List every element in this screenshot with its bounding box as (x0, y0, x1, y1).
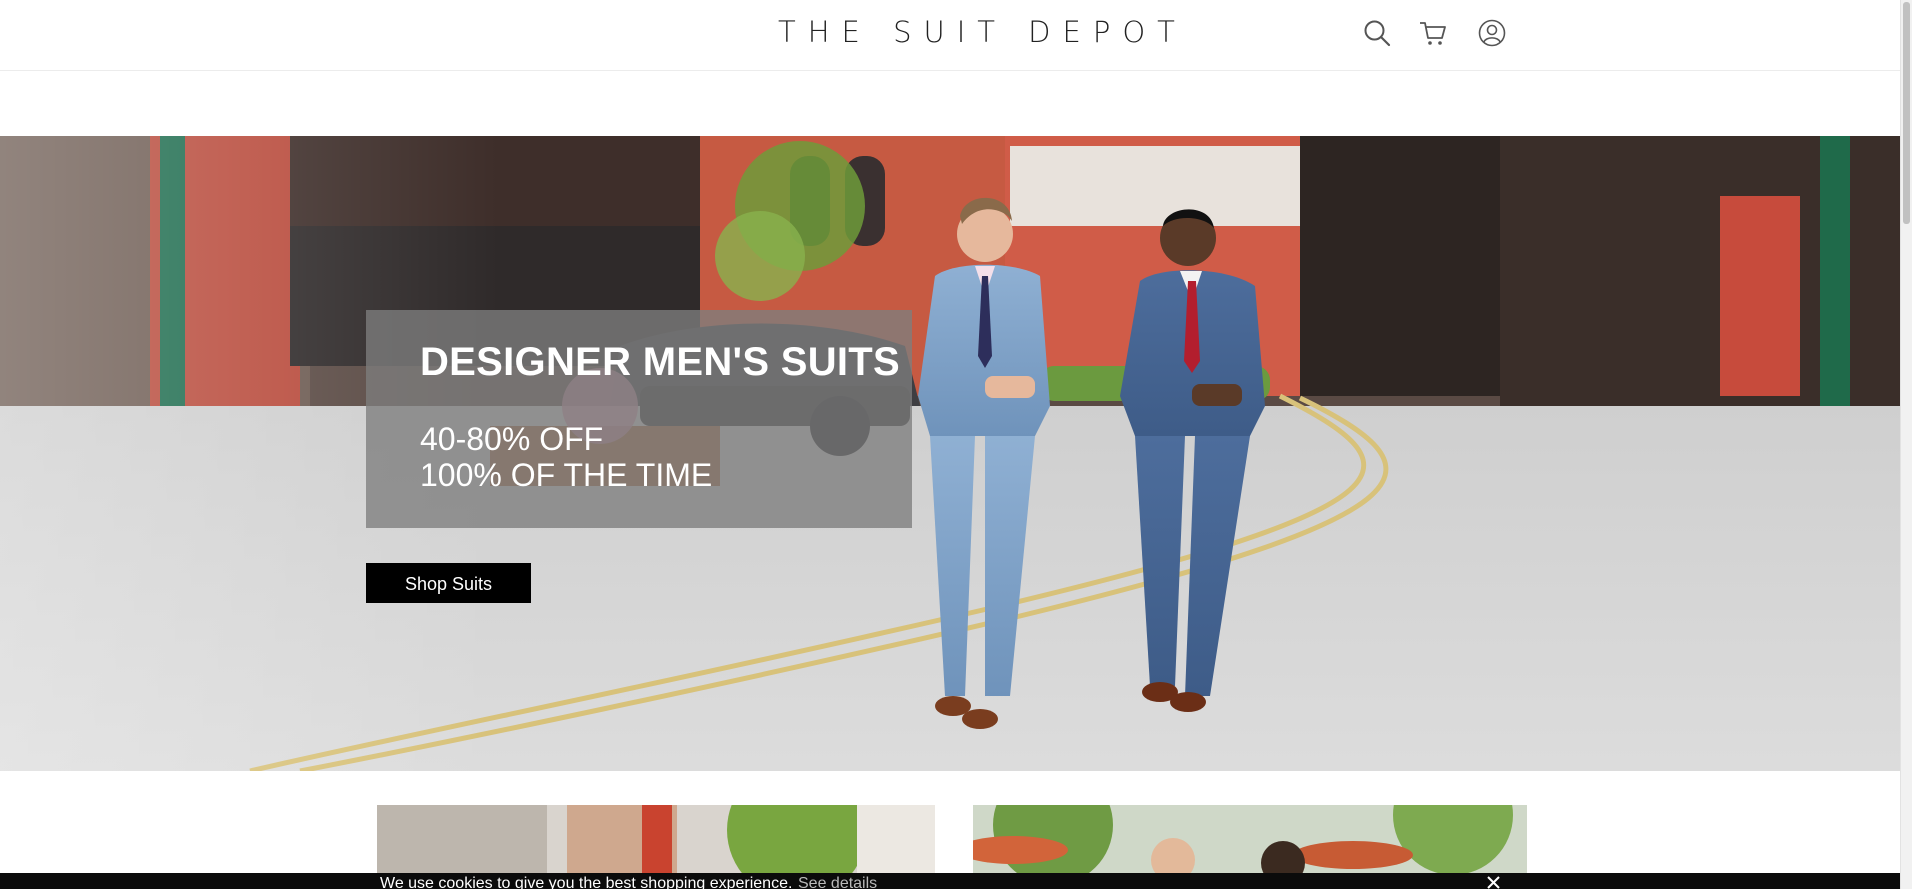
nav-strip (0, 71, 1901, 136)
cookie-message: We use cookies to give you the best shop… (380, 875, 793, 889)
account-icon[interactable] (1477, 18, 1507, 48)
cart-icon[interactable] (1418, 18, 1448, 48)
hero-photo (0, 136, 1901, 771)
shop-suits-button[interactable]: Shop Suits (366, 563, 531, 603)
hero-banner: DESIGNER MEN'S SUITS 40-80% OFF 100% OF … (0, 136, 1901, 771)
page-scrollbar[interactable] (1900, 0, 1912, 889)
search-icon[interactable] (1362, 18, 1392, 48)
hero-subtitle-line-2: 100% OF THE TIME (420, 457, 713, 493)
hero-subtitle-line-1: 40-80% OFF (420, 421, 604, 457)
site-logo[interactable]: THE SUIT DEPOT (778, 14, 1187, 50)
cookie-details-link[interactable]: See details (798, 875, 877, 889)
promo-box: DESIGNER MEN'S SUITS 40-80% OFF 100% OF … (366, 310, 912, 528)
cookie-banner: We use cookies to give you the best shop… (0, 873, 1901, 889)
site-header: THE SUIT DEPOT (0, 0, 1901, 71)
scrollbar-thumb[interactable] (1903, 2, 1910, 224)
page: THE SUIT DEPOT DESIGNER MEN'S SUITS 40-8… (0, 0, 1912, 889)
hero-subtitle: 40-80% OFF 100% OF THE TIME (420, 421, 712, 493)
hero-title: DESIGNER MEN'S SUITS (420, 340, 901, 384)
close-icon[interactable] (1483, 873, 1503, 889)
